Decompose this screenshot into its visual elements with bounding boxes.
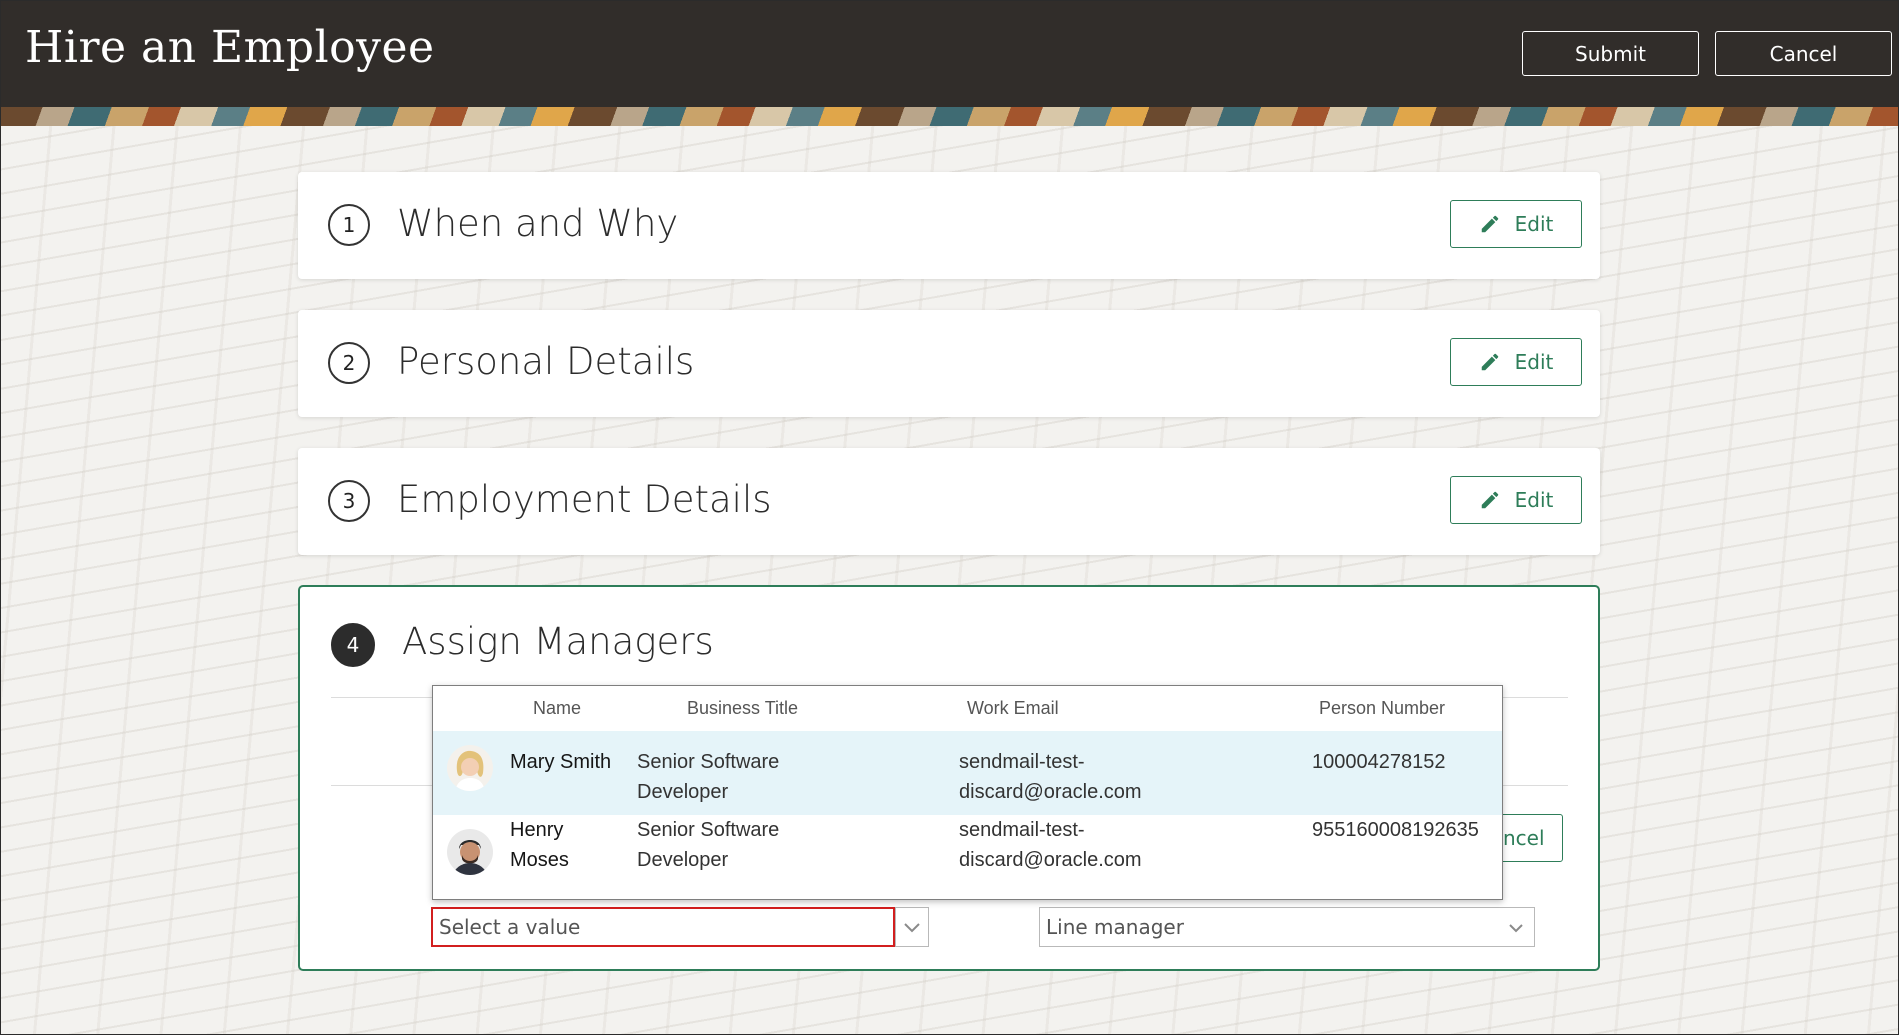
page-title: Hire an Employee — [25, 22, 435, 73]
edit-label: Edit — [1514, 350, 1554, 374]
row-email-line2: discard@oracle.com — [959, 781, 1142, 803]
avatar — [447, 745, 493, 791]
column-header-person-number: Person Number — [1319, 698, 1446, 718]
edit-button[interactable]: Edit — [1450, 338, 1582, 386]
step-title: Employment Details — [397, 478, 772, 521]
edit-button[interactable]: Edit — [1450, 476, 1582, 524]
edit-button[interactable]: Edit — [1450, 200, 1582, 248]
row-email-line2: discard@oracle.com — [959, 849, 1142, 871]
step-card-when-and-why: 1 When and Why Edit — [298, 172, 1600, 279]
row-email-line1: sendmail-test- — [959, 751, 1085, 773]
app-header: Hire an Employee Submit Cancel — [0, 0, 1899, 107]
pencil-icon — [1481, 215, 1498, 233]
manager-search-dropdown: Name Business Title Work Email Person Nu… — [432, 685, 1503, 900]
row-title-line2: Developer — [637, 849, 729, 871]
column-header-business-title: Business Title — [687, 698, 799, 718]
column-header-work-email: Work Email — [967, 698, 1059, 718]
chevron-down-icon — [1498, 908, 1534, 948]
step-title: Assign Managers — [402, 620, 714, 663]
pencil-icon — [1481, 353, 1498, 371]
edit-label: Edit — [1514, 212, 1554, 236]
manager-select-toggle[interactable] — [895, 907, 929, 947]
step-number: 2 — [328, 342, 370, 384]
step-title: When and Why — [397, 202, 679, 245]
edit-label: Edit — [1514, 488, 1554, 512]
step-title: Personal Details — [397, 340, 695, 383]
cancel-button[interactable]: Cancel — [1715, 31, 1892, 76]
list-item[interactable]: Mary Smith Senior Software Developer sen… — [433, 731, 1502, 815]
manager-type-value: Line manager — [1046, 915, 1184, 939]
row-name-line1: Henry — [510, 819, 564, 841]
submit-button[interactable]: Submit — [1522, 31, 1699, 76]
manager-select-input[interactable]: Select a value — [431, 907, 895, 947]
chevron-down-icon — [904, 923, 920, 933]
step-card-employment-details: 3 Employment Details Edit — [298, 448, 1600, 555]
list-item[interactable]: Henry Moses Senior Software Developer se… — [433, 815, 1502, 899]
row-email-line1: sendmail-test- — [959, 819, 1085, 841]
step-card-personal-details: 2 Personal Details Edit — [298, 310, 1600, 417]
avatar — [447, 829, 493, 875]
step-number: 1 — [328, 204, 370, 246]
manager-type-select[interactable]: Line manager — [1039, 907, 1535, 947]
row-name-line2: Moses — [510, 849, 569, 871]
step-number: 3 — [328, 480, 370, 522]
step-number: 4 — [331, 623, 375, 667]
row-title-line1: Senior Software — [637, 751, 780, 773]
decorative-banner — [0, 107, 1899, 126]
pencil-icon — [1481, 491, 1498, 509]
row-person-number: 100004278152 — [1312, 751, 1446, 773]
row-title-line1: Senior Software — [637, 819, 780, 841]
row-title-line2: Developer — [637, 781, 729, 803]
column-header-name: Name — [533, 698, 582, 718]
row-person-number: 955160008192635 — [1312, 819, 1479, 841]
cancel-assign-button[interactable]: ncel — [1500, 814, 1563, 862]
row-name-line1: Mary Smith — [510, 751, 612, 773]
